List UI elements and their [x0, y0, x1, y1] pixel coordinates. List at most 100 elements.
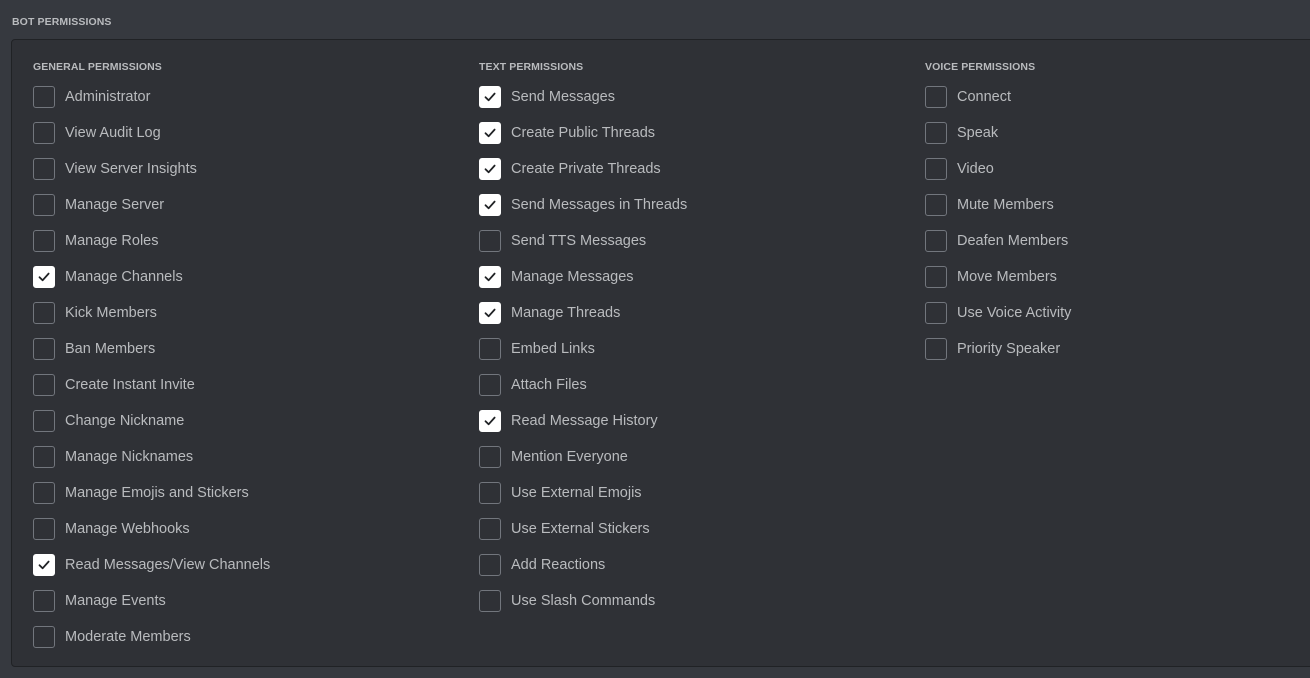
permission-moderate-members[interactable]: Moderate Members	[33, 625, 270, 649]
permission-checkbox[interactable]	[479, 482, 501, 504]
permission-create-public-threads[interactable]: Create Public Threads	[479, 121, 687, 145]
permission-checkbox[interactable]	[479, 122, 501, 144]
permission-label: Change Nickname	[65, 413, 185, 429]
permission-use-external-stickers[interactable]: Use External Stickers	[479, 517, 687, 541]
permission-speak[interactable]: Speak	[925, 121, 1071, 145]
permission-checkbox[interactable]	[479, 518, 501, 540]
permission-label: Manage Messages	[511, 269, 634, 285]
permission-checkbox[interactable]	[925, 86, 947, 108]
permission-checkbox[interactable]	[33, 626, 55, 648]
permission-manage-channels[interactable]: Manage Channels	[33, 265, 270, 289]
permission-checkbox[interactable]	[33, 266, 55, 288]
permission-connect[interactable]: Connect	[925, 85, 1071, 109]
permission-label: Create Private Threads	[511, 161, 661, 177]
permission-manage-roles[interactable]: Manage Roles	[33, 229, 270, 253]
permission-read-messages-view-channels[interactable]: Read Messages/View Channels	[33, 553, 270, 577]
permission-checkbox[interactable]	[33, 482, 55, 504]
permission-create-instant-invite[interactable]: Create Instant Invite	[33, 373, 270, 397]
permission-deafen-members[interactable]: Deafen Members	[925, 229, 1071, 253]
permission-manage-threads[interactable]: Manage Threads	[479, 301, 687, 325]
permission-mute-members[interactable]: Mute Members	[925, 193, 1071, 217]
checkmark-icon	[484, 128, 496, 138]
permission-checkbox[interactable]	[33, 194, 55, 216]
permission-ban-members[interactable]: Ban Members	[33, 337, 270, 361]
permission-read-message-history[interactable]: Read Message History	[479, 409, 687, 433]
permission-checkbox[interactable]	[479, 554, 501, 576]
permission-checkbox[interactable]	[925, 338, 947, 360]
permission-mention-everyone[interactable]: Mention Everyone	[479, 445, 687, 469]
permission-checkbox[interactable]	[479, 590, 501, 612]
permission-use-slash-commands[interactable]: Use Slash Commands	[479, 589, 687, 613]
permission-view-server-insights[interactable]: View Server Insights	[33, 157, 270, 181]
permission-video[interactable]: Video	[925, 157, 1071, 181]
permission-checkbox[interactable]	[479, 302, 501, 324]
permission-checkbox[interactable]	[33, 338, 55, 360]
permission-label: Read Messages/View Channels	[65, 557, 271, 573]
permission-label: Create Instant Invite	[65, 377, 195, 393]
permission-label: Manage Nicknames	[65, 449, 194, 465]
permission-manage-nicknames[interactable]: Manage Nicknames	[33, 445, 270, 469]
permission-send-messages-in-threads[interactable]: Send Messages in Threads	[479, 193, 687, 217]
permission-checkbox[interactable]	[925, 266, 947, 288]
permission-manage-server[interactable]: Manage Server	[33, 193, 270, 217]
permission-checkbox[interactable]	[479, 86, 501, 108]
permission-use-external-emojis[interactable]: Use External Emojis	[479, 481, 687, 505]
permission-label: Administrator	[65, 89, 151, 105]
permission-checkbox[interactable]	[925, 194, 947, 216]
permission-add-reactions[interactable]: Add Reactions	[479, 553, 687, 577]
permission-checkbox[interactable]	[479, 410, 501, 432]
permission-move-members[interactable]: Move Members	[925, 265, 1071, 289]
permission-label: Mute Members	[957, 197, 1054, 213]
permission-label: Send TTS Messages	[511, 233, 647, 249]
permission-manage-emojis-and-stickers[interactable]: Manage Emojis and Stickers	[33, 481, 270, 505]
permission-label: Mention Everyone	[511, 449, 628, 465]
permission-checkbox[interactable]	[33, 554, 55, 576]
permission-checkbox[interactable]	[33, 590, 55, 612]
permission-checkbox[interactable]	[33, 302, 55, 324]
permission-label: View Server Insights	[65, 161, 197, 177]
permission-checkbox[interactable]	[33, 374, 55, 396]
permission-view-audit-log[interactable]: View Audit Log	[33, 121, 270, 145]
permission-checkbox[interactable]	[33, 518, 55, 540]
checkmark-icon	[38, 272, 50, 282]
permission-attach-files[interactable]: Attach Files	[479, 373, 687, 397]
checkmark-icon	[484, 272, 496, 282]
permission-checkbox[interactable]	[479, 194, 501, 216]
permission-checkbox[interactable]	[479, 374, 501, 396]
permission-label: Add Reactions	[511, 557, 606, 573]
permission-checkbox[interactable]	[925, 158, 947, 180]
permission-change-nickname[interactable]: Change Nickname	[33, 409, 270, 433]
permission-label: Speak	[957, 125, 999, 141]
permission-checkbox[interactable]	[925, 302, 947, 324]
permission-checkbox[interactable]	[479, 266, 501, 288]
permission-list: Connect Speak Video Mute Members Deafen Memb…	[925, 85, 1071, 361]
permission-label: Priority Speaker	[957, 341, 1061, 357]
permission-checkbox[interactable]	[33, 86, 55, 108]
permission-priority-speaker[interactable]: Priority Speaker	[925, 337, 1071, 361]
permission-manage-webhooks[interactable]: Manage Webhooks	[33, 517, 270, 541]
permission-label: Send Messages in Threads	[511, 197, 688, 213]
permission-use-voice-activity[interactable]: Use Voice Activity	[925, 301, 1071, 325]
permission-checkbox[interactable]	[479, 158, 501, 180]
permission-manage-messages[interactable]: Manage Messages	[479, 265, 687, 289]
permission-send-messages[interactable]: Send Messages	[479, 85, 687, 109]
permission-manage-events[interactable]: Manage Events	[33, 589, 270, 613]
permission-embed-links[interactable]: Embed Links	[479, 337, 687, 361]
permission-checkbox[interactable]	[33, 446, 55, 468]
permission-create-private-threads[interactable]: Create Private Threads	[479, 157, 687, 181]
permission-checkbox[interactable]	[479, 230, 501, 252]
permission-kick-members[interactable]: Kick Members	[33, 301, 270, 325]
permission-checkbox[interactable]	[33, 158, 55, 180]
permission-send-tts-messages[interactable]: Send TTS Messages	[479, 229, 687, 253]
permission-administrator[interactable]: Administrator	[33, 85, 270, 109]
permission-checkbox[interactable]	[925, 122, 947, 144]
permission-label: Manage Emojis and Stickers	[65, 485, 249, 501]
permission-checkbox[interactable]	[479, 338, 501, 360]
permission-checkbox[interactable]	[479, 446, 501, 468]
permission-checkbox[interactable]	[33, 410, 55, 432]
permission-checkbox[interactable]	[33, 122, 55, 144]
permission-checkbox[interactable]	[925, 230, 947, 252]
permission-label: Moderate Members	[65, 629, 191, 645]
permission-list: Send Messages Create Public Threads Create…	[479, 85, 687, 613]
permission-checkbox[interactable]	[33, 230, 55, 252]
